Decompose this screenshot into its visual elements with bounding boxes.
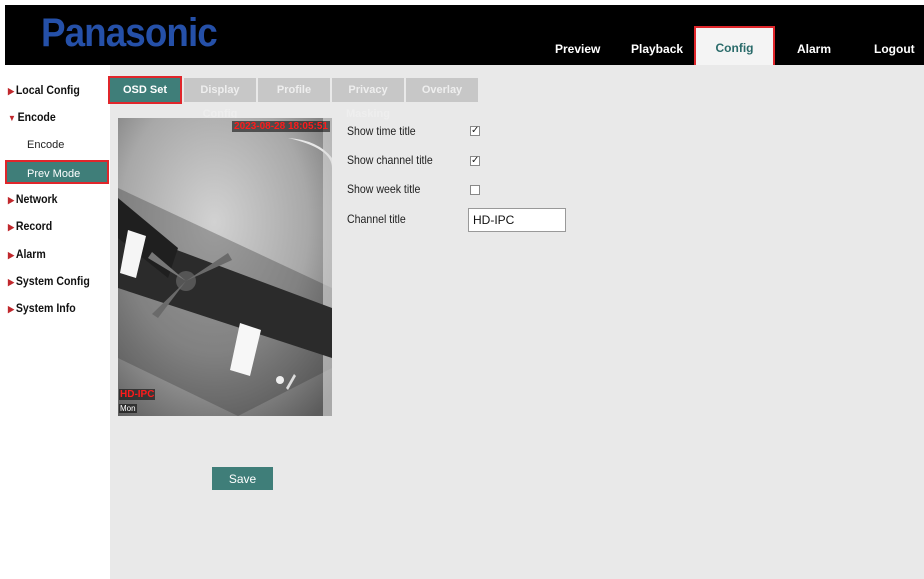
sidebar-item-label: Encode [17,110,56,124]
triangle-down-icon: ▼ [8,113,16,123]
sidebar-item-label: Record [15,219,53,233]
channel-title-input[interactable] [468,208,566,232]
sidebar: ▶ Local Config ▼ Encode Encode Prev Mode ▶… [0,65,110,579]
video-preview[interactable]: 2023-08-28 18:05:51 HD-IPC Mon [118,118,332,416]
nav-alarm[interactable]: Alarm [796,35,832,63]
tab-privacy-masking[interactable]: Privacy Masking [332,78,404,120]
show-channel-title-checkbox[interactable]: ✓ [470,156,480,166]
sidebar-subitem-prev-mode[interactable]: Prev Mode [5,160,109,184]
sidebar-subitem-encode[interactable]: Encode [8,133,108,157]
osd-channel-overlay: HD-IPC [119,389,156,400]
sidebar-item-label: Alarm [15,247,46,261]
channel-title-label: Channel title [347,212,406,226]
sidebar-item-system-info[interactable]: ▶ System Info [8,297,76,319]
tab-profile[interactable]: Profile [258,78,330,102]
osd-time-overlay: 2023-08-28 18:05:51 [232,121,330,132]
nav-config[interactable]: Config [694,26,775,70]
sidebar-item-label: System Config [15,274,90,288]
tab-display-config[interactable]: Display Config [184,78,256,120]
triangle-right-icon: ▶ [8,250,15,260]
top-bar: Panasonic Preview Playback Config Alarm … [5,5,924,70]
main-content: OSD Set Display Config Profile Privacy M… [108,65,924,579]
sidebar-item-label: Network [15,192,58,206]
tab-osd-set[interactable]: OSD Set [108,76,182,104]
preview-scene [118,118,332,416]
sidebar-item-system-config[interactable]: ▶ System Config [8,270,90,292]
panasonic-logo: Panasonic [41,11,218,55]
sidebar-item-encode[interactable]: ▼ Encode [8,106,56,128]
osd-week-overlay: Mon [119,404,137,413]
nav-preview[interactable]: Preview [555,35,600,63]
tab-overlay[interactable]: Overlay [406,78,478,102]
save-button[interactable]: Save [212,467,273,490]
sidebar-item-alarm[interactable]: ▶ Alarm [8,243,46,265]
show-week-title-checkbox[interactable] [470,185,480,195]
sidebar-item-record[interactable]: ▶ Record [8,215,52,237]
sidebar-item-network[interactable]: ▶ Network [8,188,58,210]
triangle-right-icon: ▶ [8,86,15,96]
show-time-title-checkbox[interactable]: ✓ [470,126,480,136]
triangle-right-icon: ▶ [8,222,15,232]
show-time-title-label: Show time title [347,124,416,138]
sidebar-item-label: System Info [15,301,76,315]
nav-playback[interactable]: Playback [631,35,683,63]
show-channel-title-label: Show channel title [347,153,433,167]
triangle-right-icon: ▶ [8,277,15,287]
triangle-right-icon: ▶ [8,195,15,205]
sidebar-item-label: Local Config [15,83,80,97]
nav-logout[interactable]: Logout [874,35,915,63]
show-week-title-label: Show week title [347,182,421,196]
triangle-right-icon: ▶ [8,304,15,314]
sidebar-item-local-config[interactable]: ▶ Local Config [8,79,80,101]
